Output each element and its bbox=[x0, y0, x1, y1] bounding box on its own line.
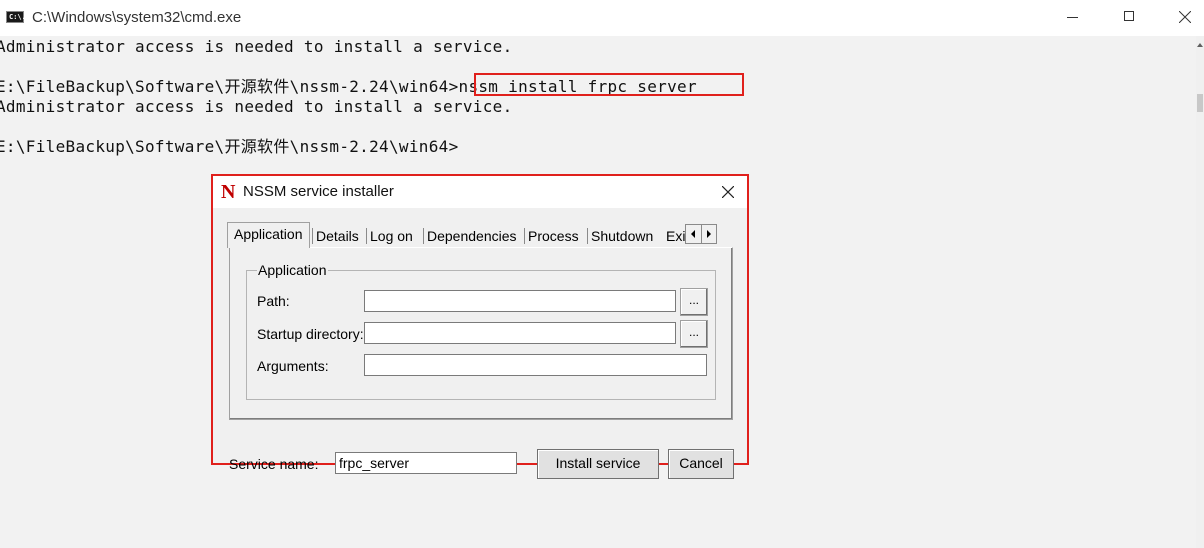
tab-process[interactable]: Process bbox=[524, 226, 579, 246]
console-line: Administrator access is needed to instal… bbox=[0, 37, 513, 56]
console-line: Administrator access is needed to instal… bbox=[0, 97, 513, 116]
startup-directory-label: Startup directory: bbox=[257, 326, 364, 342]
service-name-label: Service name: bbox=[229, 456, 319, 472]
tab-log-on[interactable]: Log on bbox=[366, 226, 413, 246]
nssm-logo-icon: N bbox=[221, 181, 236, 203]
nssm-dialog: N NSSM service installer Application Det… bbox=[211, 174, 749, 479]
dialog-body: Application Details Log on Dependencies … bbox=[213, 208, 747, 479]
arguments-input[interactable] bbox=[364, 354, 707, 376]
vertical-scrollbar[interactable] bbox=[1196, 36, 1204, 548]
dialog-close-button[interactable] bbox=[713, 180, 743, 204]
tab-scroll-buttons bbox=[685, 224, 717, 244]
startup-directory-input[interactable] bbox=[364, 322, 676, 344]
close-button[interactable] bbox=[1162, 0, 1204, 34]
application-tab-panel: Application Path: ... Startup directory:… bbox=[229, 247, 733, 420]
window-title: C:\Windows\system32\cmd.exe bbox=[32, 9, 242, 26]
tab-scroll-right-button[interactable] bbox=[701, 225, 716, 243]
service-name-input[interactable]: frpc_server bbox=[335, 452, 517, 474]
command-highlight-box bbox=[474, 73, 744, 96]
minimize-button[interactable] bbox=[1050, 0, 1096, 34]
dialog-title-bar: N NSSM service installer bbox=[213, 176, 747, 208]
group-label: Application bbox=[257, 262, 328, 278]
maximize-button[interactable] bbox=[1106, 0, 1152, 34]
startup-directory-browse-button[interactable]: ... bbox=[680, 320, 708, 348]
tab-scroll-left-button[interactable] bbox=[686, 225, 702, 243]
dialog-title: NSSM service installer bbox=[243, 183, 394, 200]
install-service-button[interactable]: Install service bbox=[537, 449, 659, 479]
tab-dependencies[interactable]: Dependencies bbox=[423, 226, 517, 246]
scrollbar-thumb[interactable] bbox=[1197, 94, 1203, 112]
console-line: E:\FileBackup\Software\开源软件\nssm-2.24\wi… bbox=[0, 137, 459, 156]
tab-application[interactable]: Application bbox=[227, 222, 310, 248]
close-icon bbox=[722, 186, 734, 198]
cmd-icon-text: C:\. bbox=[9, 13, 26, 21]
triangle-right-icon bbox=[707, 230, 711, 238]
scroll-up-icon[interactable] bbox=[1196, 41, 1204, 49]
arguments-label: Arguments: bbox=[257, 358, 329, 374]
tab-details[interactable]: Details bbox=[312, 226, 359, 246]
tab-shutdown[interactable]: Shutdown bbox=[586, 226, 653, 246]
path-label: Path: bbox=[257, 293, 290, 309]
cancel-button[interactable]: Cancel bbox=[668, 449, 734, 479]
cmd-icon: C:\. bbox=[6, 11, 26, 23]
path-input[interactable] bbox=[364, 290, 676, 312]
path-browse-button[interactable]: ... bbox=[680, 288, 708, 316]
triangle-left-icon bbox=[691, 230, 695, 238]
close-icon bbox=[1179, 11, 1191, 23]
console-title-bar: C:\. C:\Windows\system32\cmd.exe bbox=[0, 0, 1204, 36]
